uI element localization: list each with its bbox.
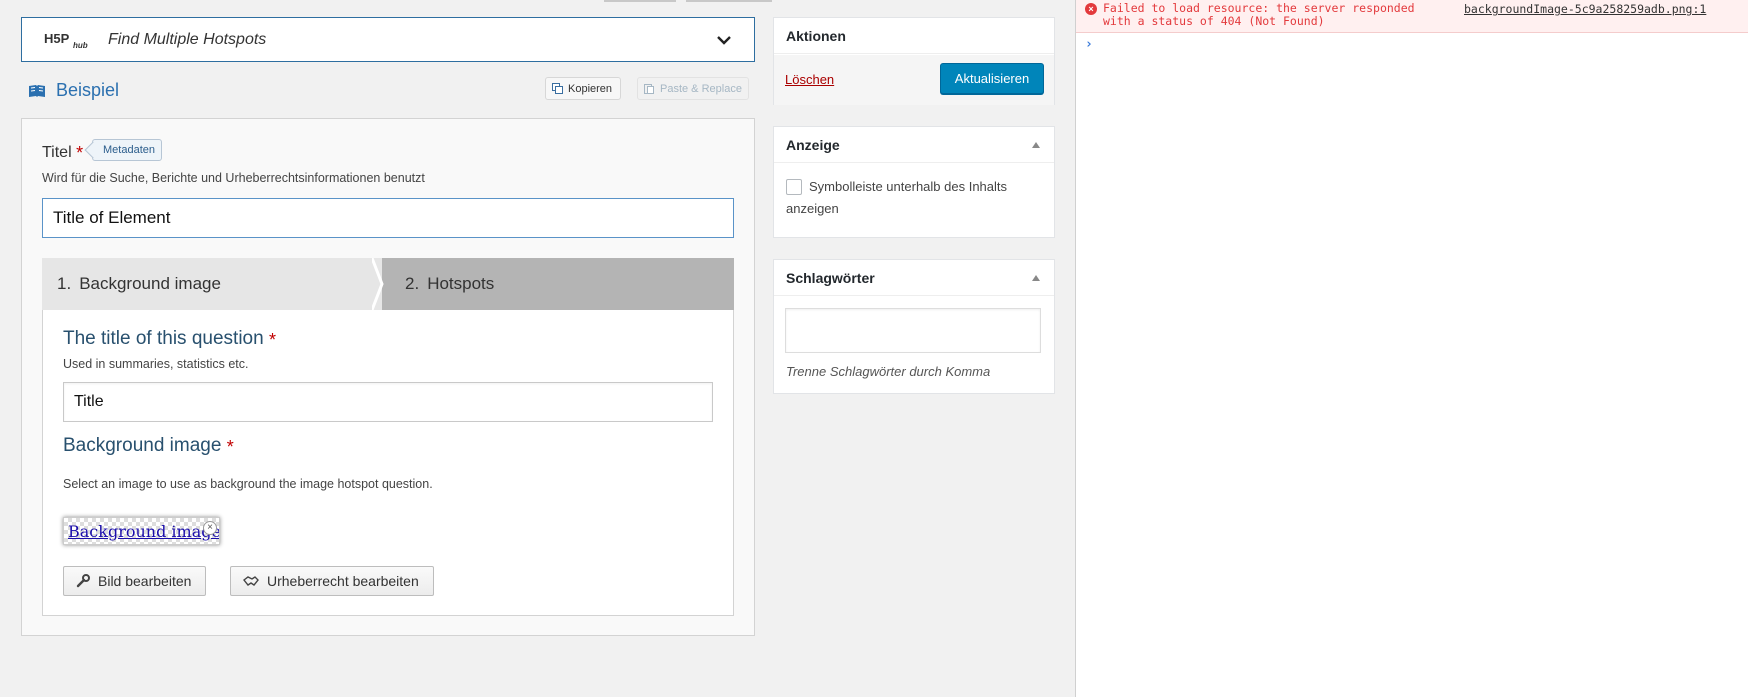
- paste-label: Paste & Replace: [660, 82, 742, 95]
- edit-image-label: Bild bearbeiten: [98, 573, 192, 589]
- remove-image-icon[interactable]: ×: [203, 521, 217, 535]
- question-title-input[interactable]: Title: [63, 382, 713, 422]
- required-mark: *: [268, 330, 276, 350]
- error-source-link[interactable]: backgroundImage-5c9a258259adb.png:1: [1464, 2, 1706, 16]
- error-message: Failed to load resource: the server resp…: [1103, 1, 1415, 28]
- required-mark: *: [226, 437, 234, 457]
- error-icon: ×: [1085, 3, 1097, 15]
- display-box: Anzeige Symbolleiste unterhalb des Inhal…: [773, 126, 1055, 238]
- wrench-icon: [76, 574, 90, 588]
- step-arrow: [372, 258, 384, 310]
- edit-copyright-button[interactable]: Urheberrecht bearbeiten: [230, 566, 434, 596]
- toolbar-checkbox-label: Symbolleiste unterhalb des Inhalts anzei…: [786, 179, 1008, 216]
- step-label: Hotspots: [427, 274, 495, 293]
- h5p-hub-logo: H5P hub: [44, 31, 88, 50]
- background-image-text: Background image: [63, 435, 222, 456]
- copy-icon: [552, 83, 563, 94]
- step-label: Background image: [79, 274, 221, 293]
- copy-label: Kopieren: [568, 82, 613, 95]
- tab-hotspots[interactable]: 2. Hotspots: [377, 258, 734, 310]
- tags-box: Schlagwörter Trenne Schlagwörter durch K…: [773, 259, 1055, 394]
- wizard-steps: 2. Hotspots 1. Background image: [42, 258, 734, 310]
- actions-box: Aktionen Löschen Aktualisieren: [773, 17, 1055, 105]
- metadata-button[interactable]: Metadaten: [92, 139, 162, 161]
- update-button[interactable]: Aktualisieren: [940, 63, 1044, 94]
- edit-copyright-label: Urheberrecht bearbeiten: [267, 573, 419, 589]
- background-image-label: Background image *: [63, 435, 234, 457]
- step-number: 2.: [405, 274, 420, 293]
- library-selector[interactable]: H5P hub Find Multiple Hotspots: [21, 17, 755, 62]
- title-label-text: Titel: [42, 144, 72, 161]
- cut-off-button-edge: [604, 0, 676, 2]
- collapse-arrow-icon[interactable]: [1032, 275, 1040, 281]
- paste-replace-button[interactable]: Paste & Replace: [637, 77, 749, 100]
- cut-off-button-edge: [686, 0, 772, 2]
- copy-button[interactable]: Kopieren: [545, 77, 622, 100]
- svg-text:hub: hub: [73, 41, 88, 50]
- collapse-arrow-icon[interactable]: [1032, 142, 1040, 148]
- example-label: Beispiel: [56, 80, 120, 100]
- devtools-console: × Failed to load resource: the server re…: [1075, 0, 1748, 697]
- tags-hint: Trenne Schlagwörter durch Komma: [786, 364, 991, 379]
- background-image-description: Select an image to use as background the…: [63, 477, 433, 491]
- background-image-thumbnail[interactable]: Background image ×: [63, 517, 220, 545]
- handshake-icon: [243, 576, 259, 586]
- question-title-text: The title of this question: [63, 328, 264, 349]
- display-title-text: Anzeige: [786, 137, 840, 153]
- chevron-down-icon[interactable]: [716, 32, 732, 48]
- book-icon: [29, 84, 45, 97]
- delete-link[interactable]: Löschen: [785, 72, 834, 87]
- step-number: 1.: [57, 274, 72, 293]
- broken-image-alt: Background image: [68, 522, 220, 541]
- library-name: Find Multiple Hotspots: [108, 30, 267, 48]
- title-input[interactable]: Title of Element: [42, 198, 734, 238]
- actions-title: Aktionen: [774, 18, 1054, 54]
- paste-icon: [644, 84, 654, 94]
- tags-title-text: Schlagwörter: [786, 270, 875, 286]
- edit-image-button[interactable]: Bild bearbeiten: [63, 566, 207, 596]
- title-field-label: Titel *: [42, 141, 84, 163]
- question-title-label: The title of this question *: [63, 328, 276, 350]
- svg-text:H5P: H5P: [44, 31, 70, 46]
- display-title[interactable]: Anzeige: [774, 127, 1054, 163]
- step-content-panel: The title of this question * Used in sum…: [42, 310, 734, 616]
- title-field-description: Wird für die Suche, Berichte und Urheber…: [42, 171, 425, 185]
- required-mark: *: [76, 143, 84, 163]
- example-link[interactable]: Beispiel: [28, 80, 119, 101]
- question-title-description: Used in summaries, statistics etc.: [63, 357, 249, 371]
- editor-form: Titel * Metadaten Wird für die Suche, Be…: [21, 118, 755, 636]
- tags-textarea[interactable]: [785, 308, 1041, 353]
- console-error-row: × Failed to load resource: the server re…: [1076, 0, 1748, 33]
- tags-title[interactable]: Schlagwörter: [774, 260, 1054, 296]
- tab-background-image[interactable]: 1. Background image: [42, 258, 382, 310]
- console-prompt-icon[interactable]: ›: [1085, 37, 1093, 52]
